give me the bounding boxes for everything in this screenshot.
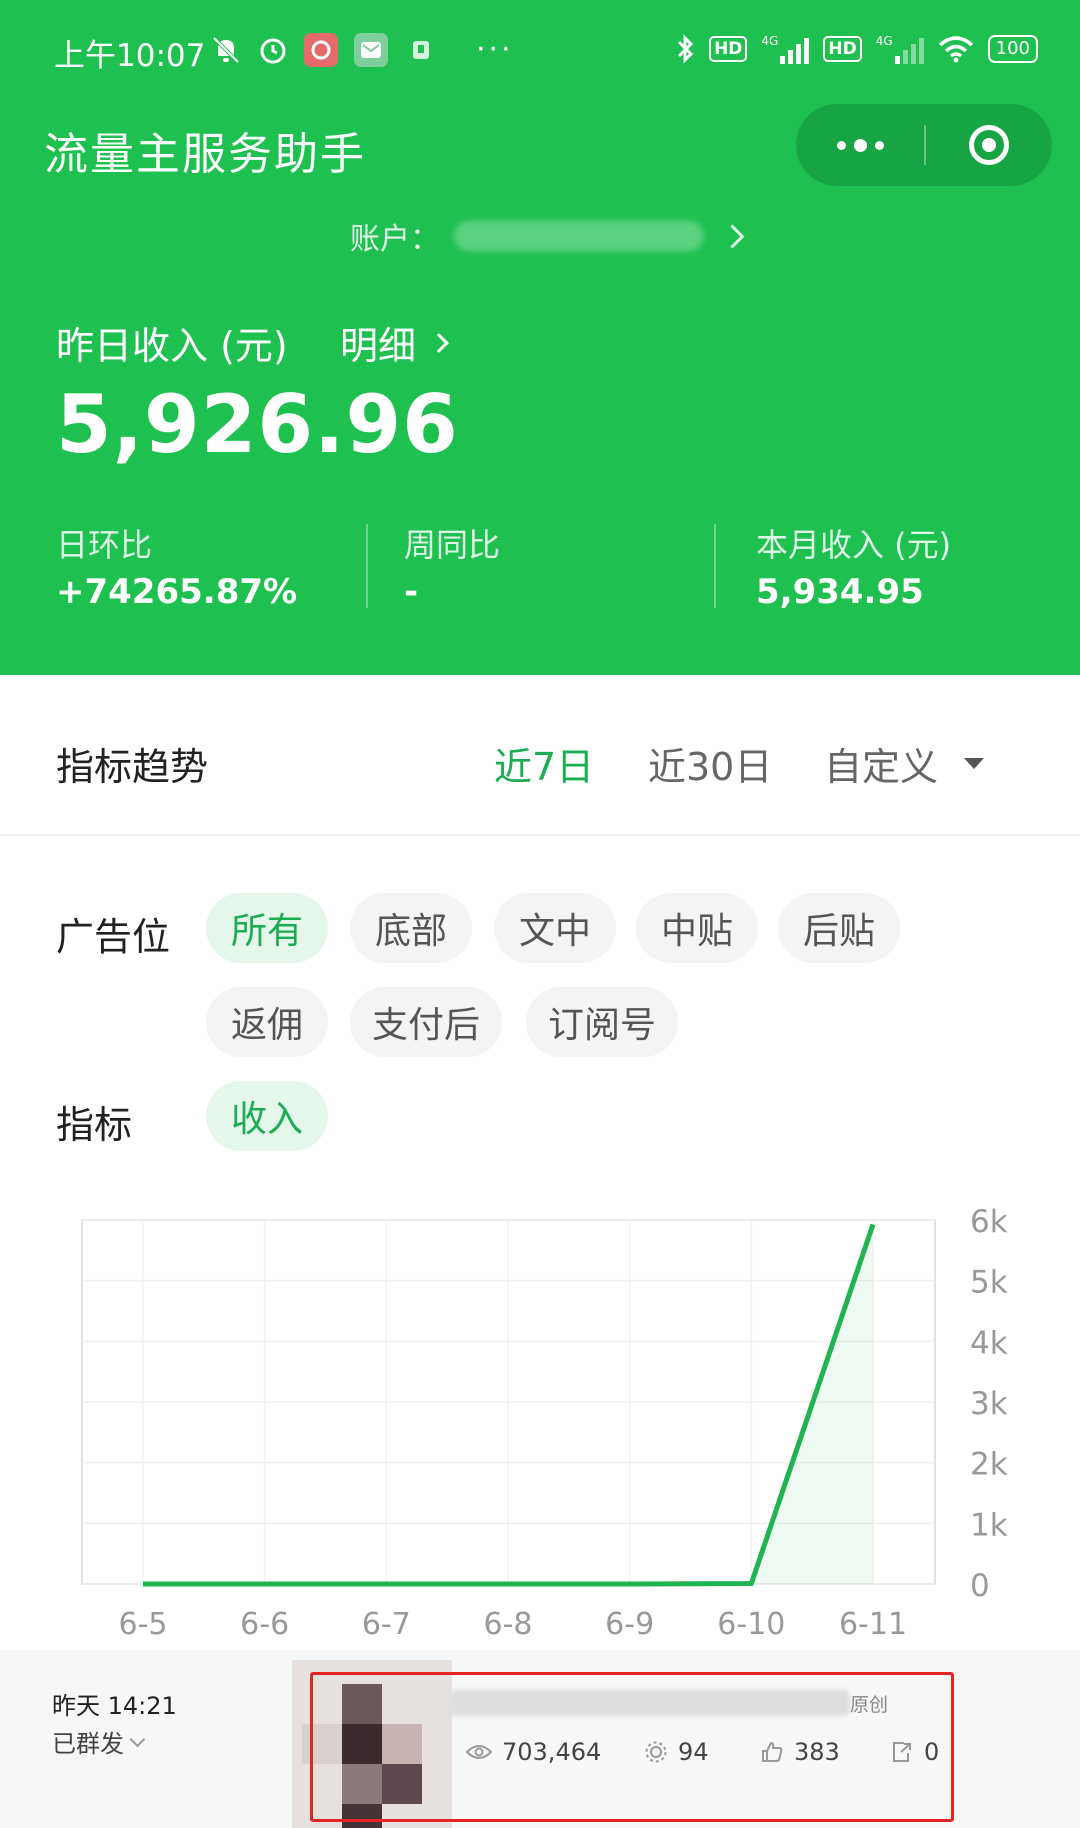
ad-slot-label: 广告位 (56, 915, 171, 959)
ad-slot-chip-all[interactable]: 所有 (206, 893, 328, 963)
income-trend-chart: 0 1k 2k 3k 4k 5k 6k 6-5 6-6 6-7 6-8 6-9 6-10 6-11 (81, 1204, 1008, 1640)
x-tick-label: 6-10 (717, 1607, 785, 1640)
range-tab-custom[interactable]: 自定义 (824, 736, 985, 791)
metric-chip-income[interactable]: 收入 (206, 1081, 328, 1151)
download-notification-icon (404, 33, 438, 67)
x-tick-label: 6-5 (119, 1607, 168, 1640)
x-tick-label: 6-11 (839, 1607, 907, 1640)
menu-dot-icon (836, 140, 846, 150)
day-ratio-label: 日环比 (56, 526, 153, 564)
x-tick-label: 6-8 (484, 1607, 533, 1640)
alarm-icon (260, 38, 286, 63)
day-ratio-value: +74265.87% (56, 572, 298, 612)
ad-slot-chip-bottom[interactable]: 底部 (350, 893, 472, 963)
range-tab-custom-label: 自定义 (824, 745, 939, 789)
signal-icon-2: 4G (876, 34, 924, 64)
summary-header: 上午10:07 ··· HD 4G HD 4G 100 流量主服务助手 账户： … (0, 0, 1080, 675)
signal-icon-1: 4G (761, 34, 810, 64)
ad-slot-chip-subscription[interactable]: 订阅号 (526, 987, 678, 1057)
metric-label: 指标 (56, 1103, 133, 1147)
menu-dot-icon (853, 138, 867, 152)
more-menu-button[interactable] (796, 104, 924, 186)
section-divider (0, 834, 1080, 836)
y-tick-label: 6k (970, 1204, 1008, 1240)
x-tick-label: 6-6 (240, 1607, 289, 1640)
menu-dot-icon (874, 140, 884, 150)
article-time: 昨天 14:21 (52, 1692, 177, 1720)
y-tick-label: 5k (970, 1265, 1008, 1301)
battery-level: 100 (995, 38, 1030, 59)
y-tick-label: 2k (970, 1447, 1008, 1483)
ad-slot-chip-mid-roll[interactable]: 中贴 (636, 893, 758, 963)
network-type-label: 4G (761, 34, 779, 48)
mute-bell-icon (212, 36, 240, 63)
account-label: 账户： (350, 222, 440, 257)
chevron-right-icon (429, 332, 449, 353)
stat-divider (714, 524, 716, 608)
status-bar-time: 上午10:07 (54, 38, 206, 74)
y-tick-label: 0 (970, 1568, 990, 1604)
trend-section-title: 指标趋势 (56, 745, 209, 789)
ad-slot-chip-after-payment[interactable]: 支付后 (350, 987, 502, 1057)
app-notification-icon (304, 32, 338, 67)
yesterday-income-label: 昨日收入 (元) (56, 324, 288, 368)
caret-down-icon (964, 758, 985, 769)
battery-icon: 100 (987, 35, 1038, 63)
target-close-icon (969, 125, 1009, 165)
hd-voice-icon: HD (709, 36, 748, 62)
mini-program-capsule (796, 104, 1052, 186)
account-selector[interactable]: 账户： (350, 214, 745, 258)
chevron-down-icon (129, 1731, 146, 1748)
range-tab-7-days[interactable]: 近7日 (494, 736, 594, 791)
more-notifications-icon: ··· (476, 32, 514, 67)
close-mini-program-button[interactable] (926, 104, 1052, 186)
status-bar-system-icons: HD 4G HD 4G 100 (675, 34, 1038, 64)
account-name-redacted (454, 221, 704, 251)
detail-link-label: 明细 (340, 324, 417, 368)
app-title: 流量主服务助手 (44, 129, 366, 180)
ad-slot-chip-post-roll[interactable]: 后贴 (778, 893, 900, 963)
bluetooth-icon (678, 34, 694, 64)
range-tab-30-days[interactable]: 近30日 (648, 736, 772, 791)
x-tick-label: 6-7 (362, 1607, 411, 1640)
yesterday-income-value: 5,926.96 (56, 378, 459, 471)
article-status-label: 已群发 (52, 1730, 124, 1758)
month-income-label: 本月收入 (元) (756, 526, 952, 564)
stat-divider (366, 524, 368, 608)
y-tick-label: 4k (970, 1325, 1008, 1361)
status-bar-notification-icons: ··· (210, 32, 514, 67)
week-ratio-label: 周同比 (404, 526, 501, 564)
mail-notification-icon (354, 32, 388, 67)
week-ratio-value: - (404, 572, 419, 612)
detail-link[interactable]: 明细 (340, 315, 449, 370)
ad-slot-chip-in-article[interactable]: 文中 (494, 893, 616, 963)
wifi-icon (938, 36, 973, 63)
chevron-right-icon (720, 223, 745, 249)
article-status-dropdown[interactable]: 已群发 (52, 1724, 146, 1759)
hd-voice-icon-2: HD (823, 36, 862, 62)
x-tick-label: 6-9 (605, 1607, 654, 1640)
y-tick-label: 1k (970, 1507, 1008, 1543)
month-income-value: 5,934.95 (756, 572, 924, 612)
highlight-annotation-box (310, 1672, 954, 1822)
ad-slot-chip-rebate[interactable]: 返佣 (206, 987, 328, 1057)
network-type-label-2: 4G (875, 34, 893, 48)
y-tick-label: 3k (970, 1386, 1008, 1422)
